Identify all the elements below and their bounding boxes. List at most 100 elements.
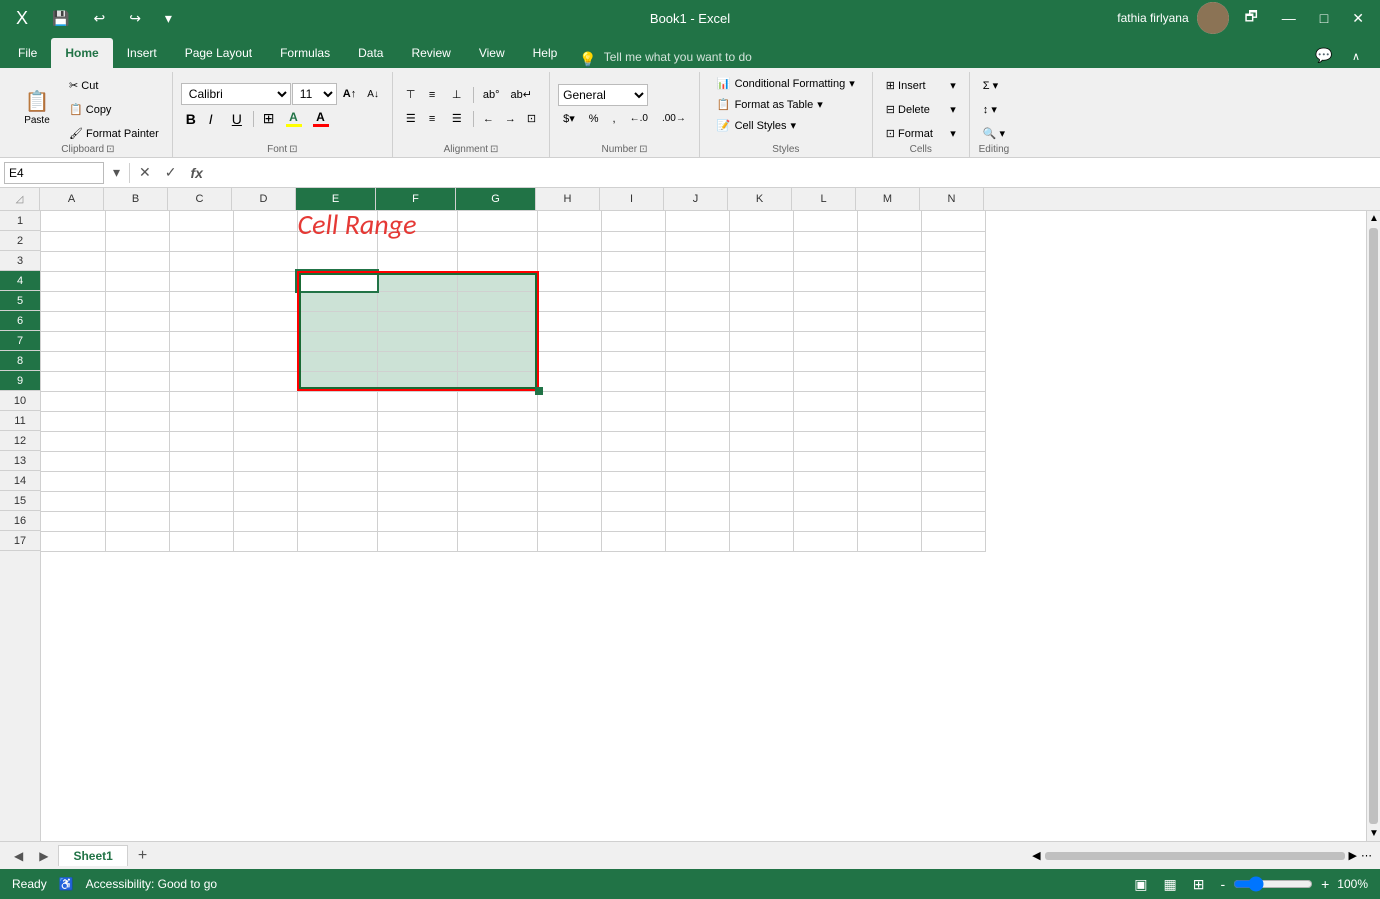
insert-cells-button[interactable]: ⊞ Insert ▾ — [881, 74, 961, 96]
cell-M4[interactable] — [857, 271, 921, 291]
cell-C15[interactable] — [169, 491, 233, 511]
cell-B13[interactable] — [105, 451, 169, 471]
cell-J8[interactable] — [665, 351, 729, 371]
zoom-out-button[interactable]: - — [1216, 874, 1229, 894]
cell-C11[interactable] — [169, 411, 233, 431]
tab-home[interactable]: Home — [51, 38, 112, 68]
col-header-I[interactable]: I — [600, 188, 664, 210]
cell-C17[interactable] — [169, 531, 233, 551]
cell-B11[interactable] — [105, 411, 169, 431]
name-box[interactable] — [4, 162, 104, 184]
tab-file[interactable]: File — [4, 38, 51, 68]
cell-D17[interactable] — [233, 531, 297, 551]
cell-J13[interactable] — [665, 451, 729, 471]
font-size-select[interactable]: 89101112141618 — [292, 83, 337, 105]
format-as-table-dropdown[interactable]: ▾ — [817, 98, 823, 111]
cell-E8[interactable] — [297, 351, 377, 371]
cell-C6[interactable] — [169, 311, 233, 331]
cell-A9[interactable] — [41, 371, 105, 391]
cell-A4[interactable] — [41, 271, 105, 291]
cell-M1[interactable] — [857, 211, 921, 231]
cell-A16[interactable] — [41, 511, 105, 531]
col-header-A[interactable]: A — [40, 188, 104, 210]
cell-L3[interactable] — [793, 251, 857, 271]
cell-I12[interactable] — [601, 431, 665, 451]
paste-button[interactable]: 📋 Paste — [12, 80, 62, 138]
number-format-select[interactable]: General Number Currency Accounting Date … — [558, 84, 648, 106]
insert-function-button[interactable]: fx — [186, 163, 208, 183]
cell-K6[interactable] — [729, 311, 793, 331]
col-header-L[interactable]: L — [792, 188, 856, 210]
italic-button[interactable]: I — [204, 108, 226, 130]
col-header-G[interactable]: G — [456, 188, 536, 210]
scroll-thumb-v[interactable] — [1369, 228, 1378, 824]
cell-C14[interactable] — [169, 471, 233, 491]
cell-K14[interactable] — [729, 471, 793, 491]
row-header-15[interactable]: 15 — [0, 491, 40, 511]
conditional-formatting-dropdown[interactable]: ▾ — [849, 77, 855, 90]
save-button[interactable]: 💾 — [44, 6, 77, 31]
cell-I13[interactable] — [601, 451, 665, 471]
sum-button[interactable]: Σ ▾ — [978, 74, 1010, 96]
page-break-view-button[interactable]: ⊞ — [1189, 874, 1209, 895]
cell-I11[interactable] — [601, 411, 665, 431]
cell-B1[interactable] — [105, 211, 169, 231]
row-header-2[interactable]: 2 — [0, 231, 40, 251]
cell-N6[interactable] — [921, 311, 985, 331]
row-header-10[interactable]: 10 — [0, 391, 40, 411]
zoom-in-button[interactable]: + — [1317, 874, 1333, 894]
cell-G17[interactable] — [457, 531, 537, 551]
tell-me-input[interactable] — [597, 46, 797, 68]
cell-A8[interactable] — [41, 351, 105, 371]
cell-D10[interactable] — [233, 391, 297, 411]
cell-H4[interactable] — [537, 271, 601, 291]
cell-M6[interactable] — [857, 311, 921, 331]
cell-C9[interactable] — [169, 371, 233, 391]
font-expand-icon[interactable]: ⊡ — [289, 144, 297, 155]
cell-D3[interactable] — [233, 251, 297, 271]
cell-H1[interactable] — [537, 211, 601, 231]
cell-B15[interactable] — [105, 491, 169, 511]
row-header-13[interactable]: 13 — [0, 451, 40, 471]
cell-F6[interactable] — [377, 311, 457, 331]
cell-C16[interactable] — [169, 511, 233, 531]
zoom-slider[interactable] — [1233, 876, 1313, 892]
row-header-9[interactable]: 9 — [0, 371, 40, 391]
cell-E3[interactable] — [297, 251, 377, 271]
merge-center-button[interactable]: ⊡ — [522, 108, 541, 130]
cell-N5[interactable] — [921, 291, 985, 311]
cell-B8[interactable] — [105, 351, 169, 371]
cell-E11[interactable] — [297, 411, 377, 431]
cell-C5[interactable] — [169, 291, 233, 311]
row-header-11[interactable]: 11 — [0, 411, 40, 431]
cell-E16[interactable] — [297, 511, 377, 531]
cell-H17[interactable] — [537, 531, 601, 551]
cell-I3[interactable] — [601, 251, 665, 271]
scroll-sheets-left-button[interactable]: ◀ — [8, 847, 29, 865]
context-menu-button[interactable]: ⋯ — [1361, 849, 1372, 862]
scroll-horizontal-right-button[interactable]: ▶ — [1349, 849, 1357, 862]
tab-data[interactable]: Data — [344, 38, 397, 68]
align-right-button[interactable]: ☰ — [447, 108, 469, 130]
excel-icon[interactable]: X — [8, 4, 36, 33]
cell-L7[interactable] — [793, 331, 857, 351]
cell-D5[interactable] — [233, 291, 297, 311]
cell-H7[interactable] — [537, 331, 601, 351]
cell-F12[interactable] — [377, 431, 457, 451]
cell-C3[interactable] — [169, 251, 233, 271]
cell-D4[interactable] — [233, 271, 297, 291]
cell-F7[interactable] — [377, 331, 457, 351]
cell-H14[interactable] — [537, 471, 601, 491]
cell-L5[interactable] — [793, 291, 857, 311]
col-header-D[interactable]: D — [232, 188, 296, 210]
cell-H8[interactable] — [537, 351, 601, 371]
cell-A12[interactable] — [41, 431, 105, 451]
cell-A6[interactable] — [41, 311, 105, 331]
cell-F8[interactable] — [377, 351, 457, 371]
indent-increase-button[interactable]: → — [500, 108, 521, 130]
cell-styles-dropdown[interactable]: ▾ — [791, 119, 797, 132]
horizontal-scroll-thumb[interactable] — [1045, 852, 1345, 860]
cell-N11[interactable] — [921, 411, 985, 431]
cell-A10[interactable] — [41, 391, 105, 411]
tab-page-layout[interactable]: Page Layout — [171, 38, 266, 68]
